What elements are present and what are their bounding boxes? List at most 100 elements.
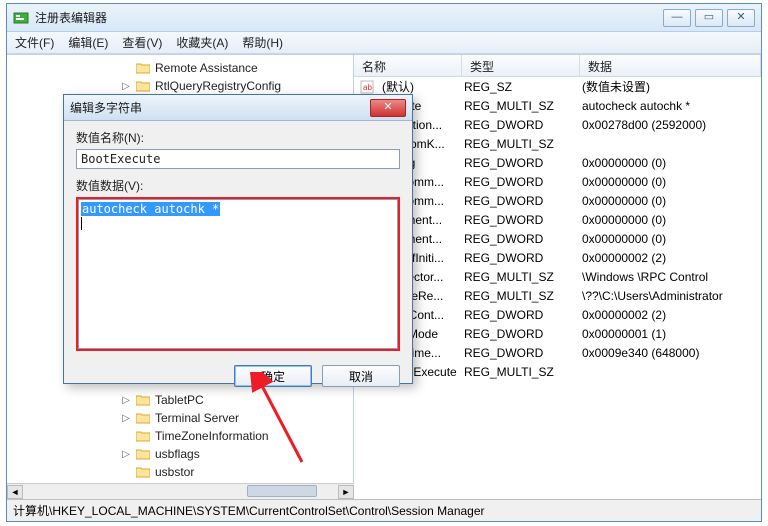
value-row[interactable]: ab...Director...REG_MULTI_SZ\Windows \RP… (354, 267, 761, 286)
value-type: REG_DWORD (464, 251, 582, 265)
value-data: 0x00278d00 (2592000) (582, 118, 761, 132)
value-row[interactable]: 011110...egment...REG_DWORD0x00000000 (0… (354, 210, 761, 229)
caret-icon (81, 217, 82, 230)
tree-item-label: usbstor (155, 465, 194, 479)
textarea-highlight-box: autocheck autochk * (76, 197, 400, 351)
folder-icon (135, 428, 151, 444)
twisty-icon[interactable]: ▷ (121, 81, 131, 92)
value-row[interactable]: abSetupExecuteREG_MULTI_SZ (354, 362, 761, 381)
edit-multistring-dialog: 编辑多字符串 ✕ 数值名称(N): 数值数据(V): autocheck aut… (63, 94, 413, 384)
string-value-icon: ab (360, 79, 378, 95)
twisty-icon[interactable]: ▷ (121, 413, 131, 424)
value-row[interactable]: 011110...FlagREG_DWORD0x00000000 (0) (354, 153, 761, 172)
value-data: 0x00000000 (0) (582, 232, 761, 246)
tree-item[interactable]: TimeZoneInformation (7, 427, 353, 445)
value-type: REG_DWORD (464, 346, 582, 360)
dialog-titlebar: 编辑多字符串 ✕ (64, 95, 412, 121)
tree-item[interactable]: Remote Assistance (7, 59, 353, 77)
folder-icon (135, 392, 151, 408)
twisty-icon[interactable]: ▷ (121, 395, 131, 406)
scroll-left-icon[interactable]: ◄ (7, 485, 23, 499)
values-pane: 名称 类型 数据 ab (默认)REG_SZ(数值未设置)ab...ecuteRE… (354, 55, 761, 499)
value-name: (默认) (382, 78, 464, 95)
window-title: 注册表编辑器 (35, 9, 663, 26)
folder-icon (135, 464, 151, 480)
col-name[interactable]: 名称 (354, 55, 462, 76)
close-button[interactable]: ✕ (727, 9, 755, 27)
folder-icon (135, 78, 151, 94)
value-row[interactable]: ab...eFromK...REG_MULTI_SZ (354, 134, 761, 153)
statusbar: 计算机\HKEY_LOCAL_MACHINE\SYSTEM\CurrentCon… (7, 499, 761, 521)
twisty-icon[interactable]: ▷ (121, 449, 131, 460)
menubar: 文件(F) 编辑(E) 查看(V) 收藏夹(A) 帮助(H) (7, 32, 761, 54)
value-name-label: 数值名称(N): (76, 129, 400, 146)
scroll-right-icon[interactable]: ► (338, 485, 354, 499)
tree-item-label: Remote Assistance (155, 61, 258, 75)
dialog-buttons: 确定 取消 (64, 359, 412, 387)
value-data: 0x00000001 (1) (582, 327, 761, 341)
value-type: REG_DWORD (464, 232, 582, 246)
tree-item-label: RtlQueryRegistryConfig (155, 79, 281, 93)
value-type: REG_MULTI_SZ (464, 270, 582, 284)
tree-item[interactable]: ▷ usbflags (7, 445, 353, 463)
value-row[interactable]: 011110...erOfIniti...REG_DWORD0x00000002… (354, 248, 761, 267)
value-type: REG_DWORD (464, 175, 582, 189)
value-type: REG_DWORD (464, 118, 582, 132)
value-data: autocheck autochk * (582, 99, 761, 113)
value-data: 0x0009e340 (648000) (582, 346, 761, 360)
value-row[interactable]: 011110...ceTime...REG_DWORD0x0009e340 (6… (354, 343, 761, 362)
value-data-label: 数值数据(V): (76, 177, 400, 194)
value-data: 0x00000000 (0) (582, 194, 761, 208)
tree-item[interactable]: ▷TabletPC (7, 391, 353, 409)
tree-item[interactable]: ▷ RtlQueryRegistryConfig (7, 77, 353, 95)
value-row[interactable]: 011110...sorCont...REG_DWORD0x00000002 (… (354, 305, 761, 324)
menu-view[interactable]: 查看(V) (122, 34, 162, 51)
menu-favorites[interactable]: 收藏夹(A) (176, 34, 228, 51)
value-type: REG_MULTI_SZ (464, 365, 582, 379)
value-type: REG_DWORD (464, 156, 582, 170)
scroll-thumb[interactable] (247, 485, 317, 497)
list-header: 名称 类型 数据 (354, 55, 761, 77)
menu-edit[interactable]: 编辑(E) (68, 34, 108, 51)
menu-file[interactable]: 文件(F) (15, 34, 54, 51)
value-type: REG_SZ (464, 80, 582, 94)
value-data: 0x00000000 (0) (582, 175, 761, 189)
value-data: \Windows \RPC Control (582, 270, 761, 284)
value-row[interactable]: 011110...eComm...REG_DWORD0x00000000 (0) (354, 172, 761, 191)
value-data: 0x00000002 (2) (582, 308, 761, 322)
value-row[interactable]: ab (默认)REG_SZ(数值未设置) (354, 77, 761, 96)
value-data: (数值未设置) (582, 78, 761, 95)
minimize-button[interactable]: — (663, 9, 691, 27)
col-data[interactable]: 数据 (580, 55, 761, 76)
folder-icon (135, 410, 151, 426)
cancel-button[interactable]: 取消 (322, 365, 400, 387)
value-row[interactable]: 011110...egment...REG_DWORD0x00000000 (0… (354, 229, 761, 248)
svg-text:ab: ab (363, 83, 372, 92)
dialog-title: 编辑多字符串 (70, 99, 370, 116)
maximize-button[interactable]: ▭ (695, 9, 723, 27)
value-data: 0x00000000 (0) (582, 213, 761, 227)
tree-item[interactable]: ▷Terminal Server (7, 409, 353, 427)
tree-hscrollbar[interactable]: ◄ ► (7, 483, 354, 499)
value-row[interactable]: 011110...eComm...REG_DWORD0x00000000 (0) (354, 191, 761, 210)
tree-item[interactable]: usbstor (7, 463, 353, 481)
value-row[interactable]: ab...gFileRe...REG_MULTI_SZ\??\C:\Users\… (354, 286, 761, 305)
value-row[interactable]: ab...ecuteREG_MULTI_SZautocheck autochk … (354, 96, 761, 115)
value-name-input[interactable] (76, 149, 400, 169)
value-type: REG_DWORD (464, 308, 582, 322)
list-body[interactable]: ab (默认)REG_SZ(数值未设置)ab...ecuteREG_MULTI_S… (354, 77, 761, 381)
value-type: REG_MULTI_SZ (464, 137, 582, 151)
dialog-close-button[interactable]: ✕ (370, 99, 406, 117)
value-data: 0x00000000 (0) (582, 156, 761, 170)
value-data: \??\C:\Users\Administrator (582, 289, 761, 303)
tree-item-label: usbflags (155, 447, 200, 461)
col-type[interactable]: 类型 (462, 55, 580, 76)
value-type: REG_DWORD (464, 194, 582, 208)
value-data: 0x00000002 (2) (582, 251, 761, 265)
value-row[interactable]: 011110...ionModeREG_DWORD0x00000001 (1) (354, 324, 761, 343)
menu-help[interactable]: 帮助(H) (242, 34, 283, 51)
app-icon (13, 10, 29, 26)
value-data-textarea[interactable]: autocheck autochk * (78, 199, 398, 349)
value-row[interactable]: 011110...Section...REG_DWORD0x00278d00 (… (354, 115, 761, 134)
ok-button[interactable]: 确定 (234, 365, 312, 387)
